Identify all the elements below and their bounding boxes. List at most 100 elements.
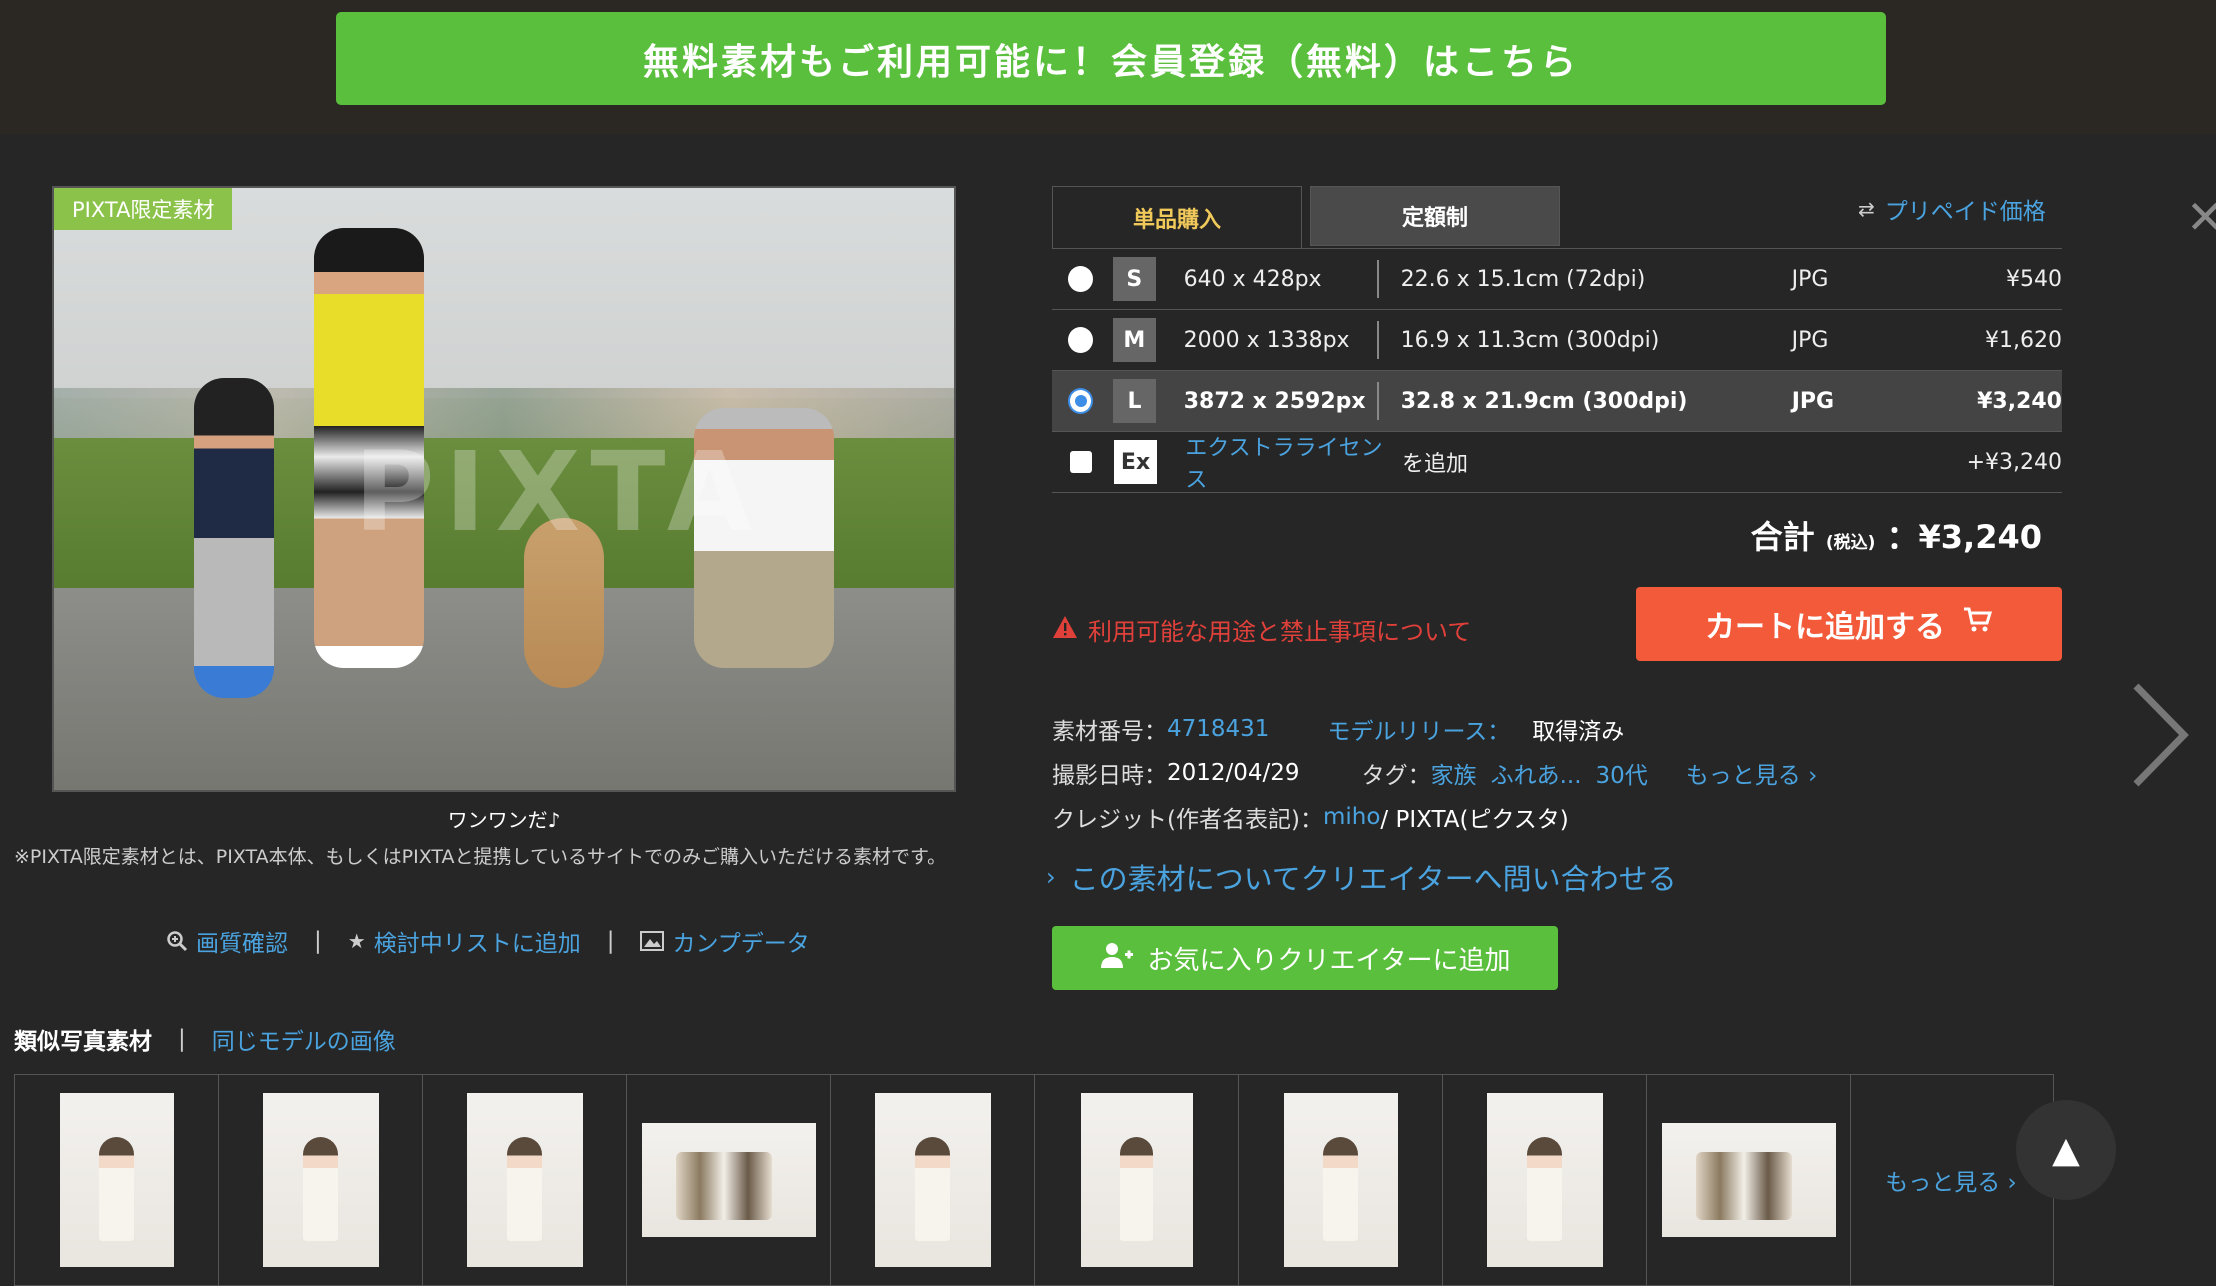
chevron-right-icon: ›	[1046, 863, 1056, 891]
total-price: 合計 (税込) ：¥3,240	[1700, 512, 2042, 558]
meta-row-2: 撮影日時： 2012/04/29 タグ： 家族 ふれあ... 30代 もっと見る…	[1052, 756, 1817, 790]
total-value: ：¥3,240	[1886, 518, 2043, 556]
size-format: JPG	[1791, 388, 1835, 414]
total-tax-label: (税込)	[1825, 533, 1876, 553]
comp-data-label: カンプデータ	[672, 931, 810, 957]
tag-link[interactable]: 30代	[1596, 756, 1648, 790]
prepaid-price-label: プリペイド価格	[1884, 199, 2046, 225]
prepaid-price-link[interactable]: ⇄ プリペイド価格	[1858, 192, 2046, 226]
purchase-tabs: 単品購入 定額制	[1052, 186, 1560, 248]
close-icon[interactable]: ✕	[2186, 190, 2216, 244]
thumbnail-image[interactable]	[59, 1093, 174, 1267]
size-price: ¥1,620	[1985, 327, 2063, 353]
usage-warning-link[interactable]: 利用可能な用途と禁止事項について	[1052, 612, 1471, 647]
size-radio-s[interactable]	[1068, 266, 1094, 292]
extra-license-checkbox[interactable]	[1070, 451, 1092, 473]
size-format: JPG	[1791, 266, 1829, 292]
tag-link[interactable]: 家族	[1431, 756, 1477, 790]
size-radio-l[interactable]	[1068, 388, 1094, 414]
size-row-m[interactable]: M 2000 x 1338px 16.9 x 11.3cm (300dpi) J…	[1052, 310, 2062, 371]
contact-creator-label: この素材についてクリエイターへ問い合わせる	[1069, 862, 1677, 896]
total-label: 合計	[1750, 518, 1815, 556]
divider	[1376, 260, 1379, 298]
thumbnail-image[interactable]	[641, 1123, 816, 1237]
material-number[interactable]: 4718431	[1167, 716, 1269, 742]
similar-more-link[interactable]: もっと見る ›	[1851, 1075, 2051, 1285]
add-favorite-creator-button[interactable]: お気に入りクリエイターに追加	[1052, 926, 1558, 990]
add-to-list-link[interactable]: ★ 検討中リストに追加	[348, 924, 581, 958]
size-badge-m: M	[1113, 318, 1156, 362]
thumbnail-cell[interactable]	[831, 1075, 1035, 1285]
quality-check-link[interactable]: 画質確認	[166, 924, 288, 958]
thumbnail-image[interactable]	[466, 1093, 583, 1267]
register-banner-button[interactable]: 無料素材もご利用可能に！会員登録（無料）はこちら	[336, 12, 1886, 105]
size-price: ¥3,240	[1977, 388, 2062, 414]
extra-license-link[interactable]: エクストラライセンス	[1185, 430, 1402, 494]
similar-thumbnail-strip: もっと見る ›	[14, 1074, 2054, 1286]
model-release-label[interactable]: モデルリリース：	[1327, 712, 1510, 746]
add-favorite-creator-label: お気に入りクリエイターに追加	[1147, 945, 1511, 976]
thumbnail-image[interactable]	[1080, 1093, 1193, 1267]
back-to-top-button[interactable]: ▲	[2016, 1100, 2116, 1200]
thumbnail-cell[interactable]	[15, 1075, 219, 1285]
size-badge-ex: Ex	[1113, 440, 1158, 484]
warning-label: 利用可能な用途と禁止事項について	[1088, 618, 1472, 646]
photo-caption: ワンワンだ♪	[447, 808, 561, 832]
size-px: 640 x 428px	[1183, 266, 1322, 292]
thumbnail-image[interactable]	[1283, 1093, 1398, 1267]
size-cm: 22.6 x 15.1cm (72dpi)	[1400, 266, 1646, 292]
shoot-date: 2012/04/29	[1167, 760, 1300, 786]
thumbnail-cell[interactable]	[1647, 1075, 1851, 1285]
tab-single-purchase[interactable]: 単品購入	[1052, 186, 1302, 248]
tags-more-link[interactable]: もっと見る ›	[1686, 756, 1818, 790]
thumbnail-image[interactable]	[1486, 1093, 1603, 1267]
thumbnail-image[interactable]	[262, 1093, 379, 1267]
next-arrow-icon[interactable]	[2130, 680, 2190, 790]
size-cm: 32.8 x 21.9cm (300dpi)	[1400, 388, 1688, 414]
main-photo[interactable]: PIXTA	[52, 186, 956, 792]
credit-author-link[interactable]: miho	[1323, 804, 1380, 830]
limited-material-note: ※PIXTA限定素材とは、PIXTA本体、もしくはPIXTAと提携しているサイト…	[14, 846, 947, 868]
size-badge-l: L	[1113, 379, 1156, 423]
thumbnail-cell[interactable]	[219, 1075, 423, 1285]
divider	[1376, 382, 1379, 420]
tag-link[interactable]: ふれあ...	[1491, 756, 1582, 790]
warning-icon	[1052, 615, 1078, 645]
photo-figure-child	[194, 378, 274, 698]
thumbnail-cell[interactable]	[423, 1075, 627, 1285]
similar-tabs: 類似写真素材 | 同じモデルの画像	[14, 1022, 396, 1056]
limited-material-badge: PIXTA限定素材	[54, 188, 233, 230]
tab-similar-photos[interactable]: 類似写真素材	[14, 1022, 152, 1056]
size-price: ¥540	[2006, 266, 2063, 292]
size-row-s[interactable]: S 640 x 428px 22.6 x 15.1cm (72dpi) JPG …	[1052, 249, 2062, 310]
divider	[1376, 321, 1379, 359]
image-icon	[640, 931, 665, 951]
quality-check-label: 画質確認	[196, 931, 288, 957]
tags-label: タグ：	[1361, 763, 1431, 789]
credit-label: クレジット(作者名表記)：	[1052, 807, 1323, 833]
thumbnail-cell[interactable]	[627, 1075, 831, 1285]
thumbnail-image[interactable]	[874, 1093, 991, 1267]
model-release-value: 取得済み	[1532, 719, 1625, 745]
thumbnail-image[interactable]	[1661, 1123, 1836, 1237]
shoot-date-label: 撮影日時：	[1052, 763, 1167, 789]
credit-site: / PIXTA(ピクスタ)	[1380, 807, 1569, 833]
thumbnail-cell[interactable]	[1443, 1075, 1647, 1285]
comp-data-link[interactable]: カンプデータ	[640, 924, 810, 958]
size-radio-m[interactable]	[1068, 327, 1094, 353]
add-to-list-label: 検討中リストに追加	[373, 931, 581, 957]
link-separator: |	[606, 928, 615, 954]
extra-license-suffix: を追加	[1401, 452, 1468, 477]
meta-row-1: 素材番号： 4718431 モデルリリース： 取得済み	[1052, 712, 1624, 746]
size-row-l[interactable]: L 3872 x 2592px 32.8 x 21.9cm (300dpi) J…	[1052, 371, 2062, 432]
thumbnail-cell[interactable]	[1035, 1075, 1239, 1285]
contact-creator-link[interactable]: › この素材についてクリエイターへ問い合わせる	[1046, 856, 1677, 898]
tab-same-model[interactable]: 同じモデルの画像	[212, 1022, 396, 1056]
cart-icon	[1963, 606, 1993, 642]
user-add-icon	[1100, 941, 1134, 976]
thumbnail-cell[interactable]	[1239, 1075, 1443, 1285]
extra-license-row[interactable]: Ex エクストラライセンス を追加 +¥3,240	[1052, 432, 2062, 493]
add-to-cart-button[interactable]: カートに追加する	[1636, 587, 2062, 661]
triangle-up-icon: ▲	[2052, 1129, 2080, 1171]
tab-subscription[interactable]: 定額制	[1310, 186, 1560, 246]
